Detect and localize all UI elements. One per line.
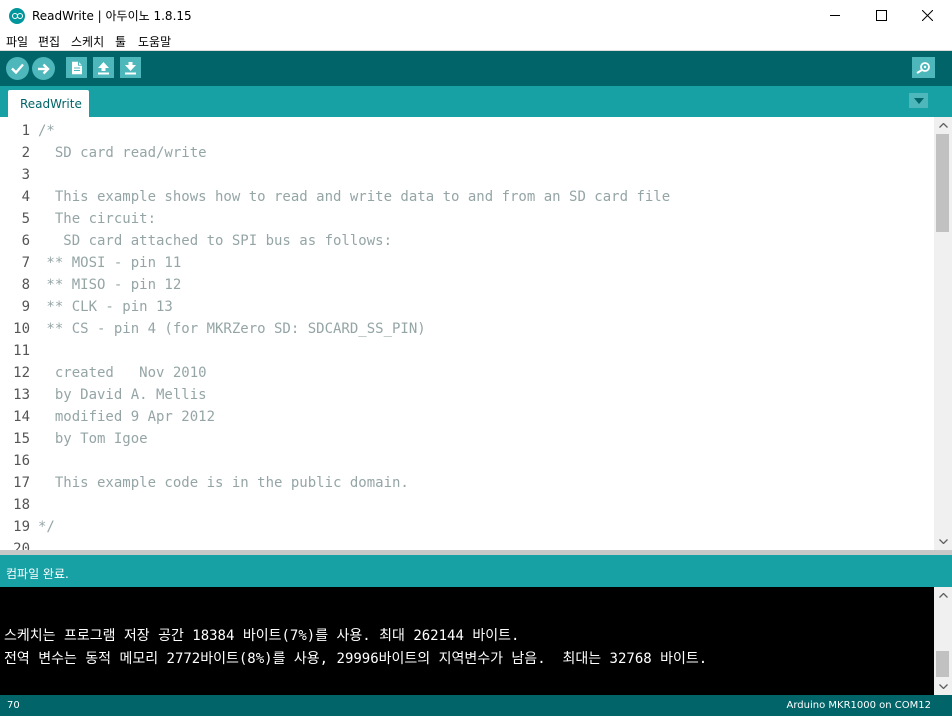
code-line[interactable]: This example shows how to read and write… — [38, 186, 670, 208]
chevron-down-icon — [938, 684, 948, 689]
triangle-down-icon — [913, 97, 924, 104]
console-scroll-down-button[interactable] — [934, 678, 952, 695]
maximize-icon — [875, 10, 887, 21]
line-number: 6 — [21, 233, 30, 249]
minimize-button[interactable] — [812, 0, 858, 31]
scroll-down-button[interactable] — [934, 533, 952, 550]
line-number-gutter: 1 2 3 4 5 6 7 8 9 10 11 12 13 14 15 16 1… — [0, 117, 36, 550]
status-message: 컴파일 완료. — [6, 567, 69, 581]
menu-edit[interactable]: 편집 — [38, 33, 60, 50]
console-scroll-up-button[interactable] — [934, 587, 952, 604]
code-line[interactable]: ** CLK - pin 13 — [38, 296, 172, 318]
check-icon — [11, 63, 24, 74]
line-number: 12 — [13, 365, 30, 381]
code-line[interactable]: SD card read/write — [38, 142, 207, 164]
verify-button[interactable] — [6, 57, 29, 80]
status-bar: 컴파일 완료. — [0, 555, 952, 587]
code-line[interactable]: SD card attached to SPI bus as follows: — [38, 230, 392, 252]
line-number: 20 — [13, 541, 30, 550]
toolbar — [0, 51, 952, 86]
save-button[interactable] — [120, 57, 141, 78]
title-bar: ReadWrite | 아두이노 1.8.15 — [0, 0, 952, 31]
upload-button[interactable] — [32, 57, 55, 80]
open-icon — [98, 61, 109, 74]
board-port-label: Arduino MKR1000 on COM12 — [786, 700, 931, 711]
line-number: 10 — [13, 321, 30, 337]
line-number: 7 — [21, 255, 30, 271]
chevron-up-icon — [938, 593, 948, 598]
code-line[interactable]: modified 9 Apr 2012 — [38, 406, 215, 428]
line-number: 14 — [13, 409, 30, 425]
close-icon — [921, 10, 933, 21]
footer-bar: 70 Arduino MKR1000 on COM12 — [0, 695, 952, 716]
menu-file[interactable]: 파일 — [6, 33, 28, 50]
console-line: 전역 변수는 동적 메모리 2772바이트(8%)를 사용, 29996바이트의… — [4, 651, 708, 667]
new-sketch-button[interactable] — [66, 57, 87, 78]
line-number: 1 — [21, 123, 30, 139]
cursor-line-number: 70 — [7, 700, 20, 711]
line-number: 17 — [13, 475, 30, 491]
serial-monitor-button[interactable] — [912, 57, 935, 78]
tab-menu-button[interactable] — [909, 93, 928, 108]
window-title: ReadWrite | 아두이노 1.8.15 — [32, 9, 192, 23]
tab-bar: ReadWrite — [0, 86, 952, 117]
arrow-right-icon — [38, 63, 50, 74]
line-number: 8 — [21, 277, 30, 293]
code-editor[interactable]: 1 2 3 4 5 6 7 8 9 10 11 12 13 14 15 16 1… — [0, 117, 952, 550]
minimize-icon — [829, 15, 840, 16]
magnifier-icon — [916, 62, 930, 74]
menu-bar: 파일 편집 스케치 툴 도움말 — [0, 31, 952, 51]
code-line[interactable]: by David A. Mellis — [38, 384, 207, 406]
console-line: 스케치는 프로그램 저장 공간 18384 바이트(7%)를 사용. 최대 26… — [4, 628, 520, 644]
new-file-icon — [71, 61, 82, 74]
line-number: 2 — [21, 145, 30, 161]
arduino-logo-icon — [9, 8, 25, 24]
line-number: 4 — [21, 189, 30, 205]
menu-help[interactable]: 도움말 — [138, 33, 171, 50]
maximize-button[interactable] — [858, 0, 904, 31]
code-line[interactable]: */ — [38, 516, 55, 538]
open-button[interactable] — [93, 57, 114, 78]
tab-label: ReadWrite — [20, 97, 82, 111]
save-icon — [125, 61, 136, 74]
menu-sketch[interactable]: 스케치 — [71, 33, 104, 50]
code-line[interactable]: ** MISO - pin 12 — [38, 274, 181, 296]
editor-scroll-thumb[interactable] — [936, 134, 949, 232]
editor-scrollbar[interactable] — [934, 117, 952, 550]
code-line[interactable]: /* — [38, 120, 55, 142]
console-scroll-thumb[interactable] — [936, 651, 949, 677]
line-number: 13 — [13, 387, 30, 403]
line-number: 11 — [13, 343, 30, 359]
line-number: 5 — [21, 211, 30, 227]
line-number: 18 — [13, 497, 30, 513]
tab-readwrite[interactable]: ReadWrite — [8, 90, 89, 117]
console-output[interactable]: 스케치는 프로그램 저장 공간 18384 바이트(7%)를 사용. 최대 26… — [0, 587, 952, 695]
line-number: 19 — [13, 519, 30, 535]
code-line[interactable]: ** MOSI - pin 11 — [38, 252, 181, 274]
line-number: 16 — [13, 453, 30, 469]
console-scrollbar[interactable] — [934, 587, 952, 695]
line-number: 3 — [21, 167, 30, 183]
chevron-down-icon — [938, 539, 948, 544]
chevron-up-icon — [938, 123, 948, 128]
line-number: 9 — [21, 299, 30, 315]
code-line[interactable]: by Tom Igoe — [38, 428, 148, 450]
close-button[interactable] — [904, 0, 950, 31]
menu-tools[interactable]: 툴 — [115, 33, 126, 50]
code-line[interactable]: The circuit: — [38, 208, 156, 230]
scroll-up-button[interactable] — [934, 117, 952, 134]
code-line[interactable]: ** CS - pin 4 (for MKRZero SD: SDCARD_SS… — [38, 318, 425, 340]
line-number: 15 — [13, 431, 30, 447]
code-line[interactable]: This example code is in the public domai… — [38, 472, 409, 494]
code-line[interactable]: created Nov 2010 — [38, 362, 207, 384]
